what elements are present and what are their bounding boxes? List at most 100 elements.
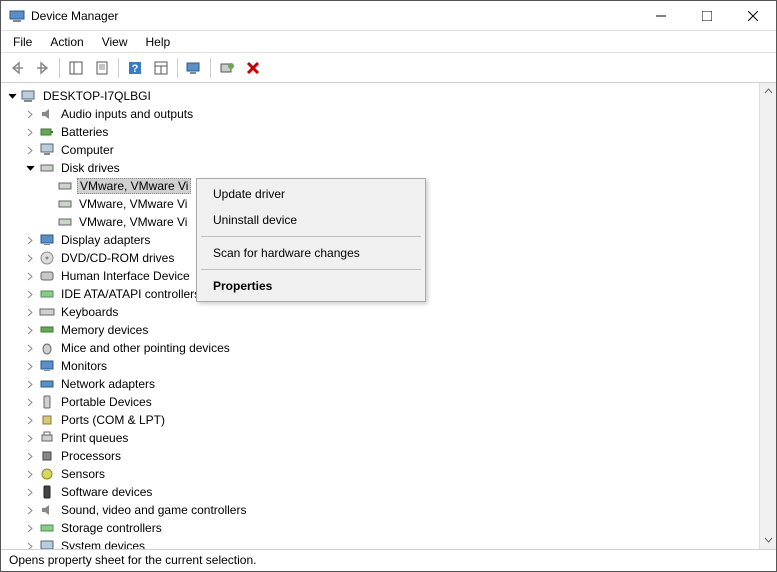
tree-node-root[interactable]: DESKTOP-I7QLBGI [1,87,759,105]
chevron-right-icon [26,362,35,371]
expander[interactable] [23,305,37,319]
device-tree[interactable]: DESKTOP-I7QLBGI Audio inputs and outputsB… [1,83,759,549]
tree-node-mice[interactable]: Mice and other pointing devices [1,339,759,357]
help-button[interactable]: ? [123,56,147,80]
tree-node-ports[interactable]: Ports (COM & LPT) [1,411,759,429]
forward-button[interactable] [31,56,55,80]
expander[interactable] [23,143,37,157]
update-driver-button[interactable] [182,56,206,80]
back-button[interactable] [5,56,29,80]
tree-label: Sound, video and game controllers [59,503,248,517]
minimize-icon [656,11,666,21]
root-icon [21,88,37,104]
ctx-separator [201,236,421,237]
expander[interactable] [41,197,55,211]
tree-label: Mice and other pointing devices [59,341,232,355]
menu-action[interactable]: Action [42,33,91,51]
menu-file[interactable]: File [5,33,40,51]
expander[interactable] [23,287,37,301]
ports-icon [39,412,55,428]
expander[interactable] [23,359,37,373]
tree-label: DESKTOP-I7QLBGI [41,89,153,103]
tree-node-software[interactable]: Software devices [1,483,759,501]
ctx-properties[interactable]: Properties [199,273,423,299]
tree-node-system[interactable]: System devices [1,537,759,549]
ctx-uninstall-device[interactable]: Uninstall device [199,207,423,233]
expander[interactable] [23,413,37,427]
close-button[interactable] [730,1,776,31]
tree-node-audio[interactable]: Audio inputs and outputs [1,105,759,123]
tree-node-monitors[interactable]: Monitors [1,357,759,375]
vertical-scrollbar[interactable] [759,83,776,549]
toolbar-separator [59,58,60,78]
expander[interactable] [23,107,37,121]
expander[interactable] [23,395,37,409]
menu-view[interactable]: View [94,33,136,51]
tree-node-sensors[interactable]: Sensors [1,465,759,483]
chevron-right-icon [26,146,35,155]
properties-button[interactable] [90,56,114,80]
expander[interactable] [23,485,37,499]
minimize-button[interactable] [638,1,684,31]
tree-node-batteries[interactable]: Batteries [1,123,759,141]
expander[interactable] [23,161,37,175]
tree-node-network[interactable]: Network adapters [1,375,759,393]
tree-label: Network adapters [59,377,157,391]
chevron-right-icon [26,470,35,479]
expander[interactable] [41,215,55,229]
hid-icon [39,268,55,284]
uninstall-button[interactable] [241,56,265,80]
menubar: File Action View Help [1,31,776,53]
tree-pane-icon [69,61,83,75]
expander[interactable] [23,467,37,481]
ctx-scan-hardware[interactable]: Scan for hardware changes [199,240,423,266]
scroll-up-button[interactable] [760,83,776,100]
expander[interactable] [23,341,37,355]
tree-node-diskdrives[interactable]: Disk drives [1,159,759,177]
forward-arrow-icon [35,61,51,75]
content-area: DESKTOP-I7QLBGI Audio inputs and outputsB… [1,83,776,549]
tree-node-memory[interactable]: Memory devices [1,321,759,339]
window-title: Device Manager [31,9,118,23]
chevron-right-icon [26,524,35,533]
tree-label: IDE ATA/ATAPI controllers [59,287,202,301]
expander[interactable] [23,449,37,463]
tree-node-sound[interactable]: Sound, video and game controllers [1,501,759,519]
scroll-down-button[interactable] [760,532,776,549]
expander[interactable] [23,233,37,247]
system-icon [39,538,55,549]
expander[interactable] [41,179,55,193]
tree-label: VMware, VMware Vi [77,215,189,229]
expander[interactable] [5,89,19,103]
scan-hardware-button[interactable] [215,56,239,80]
chevron-right-icon [26,452,35,461]
tree-node-computer[interactable]: Computer [1,141,759,159]
expander[interactable] [23,521,37,535]
scroll-track[interactable] [760,100,776,532]
expander[interactable] [23,539,37,549]
tree-node-storage[interactable]: Storage controllers [1,519,759,537]
tree-label: Sensors [59,467,107,481]
menu-help[interactable]: Help [138,33,179,51]
expander[interactable] [23,251,37,265]
statusbar: Opens property sheet for the current sel… [1,549,776,571]
tree-label: Display adapters [59,233,152,247]
expander[interactable] [23,431,37,445]
tree-label: VMware, VMware Vi [77,178,191,194]
ctx-update-driver[interactable]: Update driver [199,181,423,207]
expander[interactable] [23,503,37,517]
tree-node-printq[interactable]: Print queues [1,429,759,447]
tree-node-processors[interactable]: Processors [1,447,759,465]
chevron-right-icon [26,398,35,407]
tree-node-keyboards[interactable]: Keyboards [1,303,759,321]
expander[interactable] [23,269,37,283]
tree-node-portable[interactable]: Portable Devices [1,393,759,411]
show-hide-tree-button[interactable] [64,56,88,80]
expander[interactable] [23,125,37,139]
expander[interactable] [23,377,37,391]
chevron-down-icon [8,92,17,101]
tree-label: Portable Devices [59,395,154,409]
view-options-button[interactable] [149,56,173,80]
maximize-button[interactable] [684,1,730,31]
expander[interactable] [23,323,37,337]
